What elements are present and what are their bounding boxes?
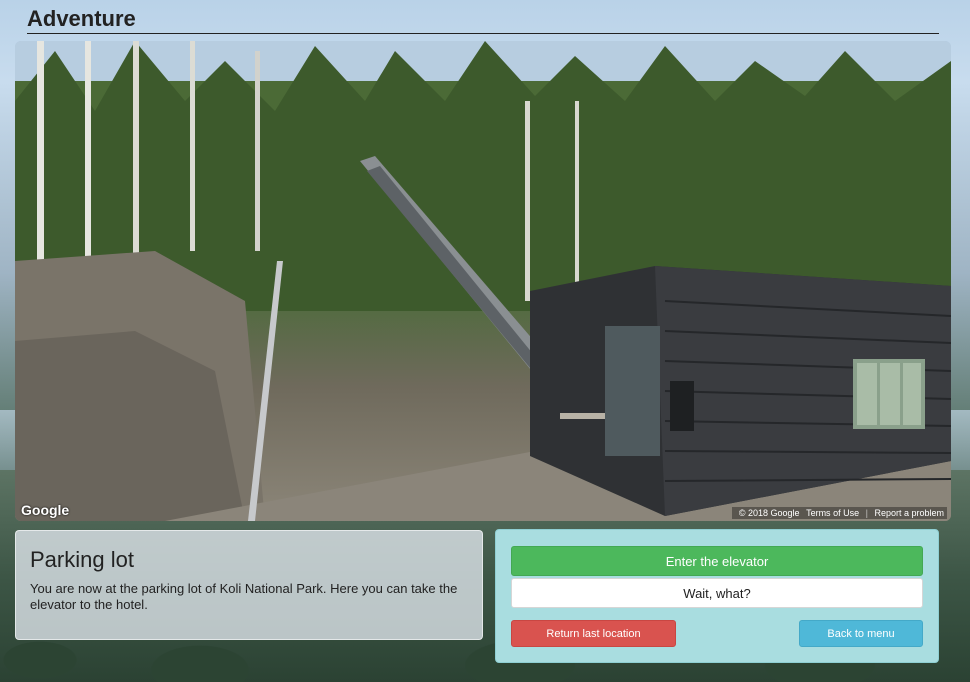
report-link[interactable]: Report a problem xyxy=(874,508,944,518)
attribution-bar: © 2018 Google Terms of Use | Report a pr… xyxy=(731,507,947,519)
return-last-location-button[interactable]: Return last location xyxy=(511,620,676,647)
panorama-scene xyxy=(15,41,951,521)
street-view-panorama[interactable]: Google © 2018 Google Terms of Use | Repo… xyxy=(15,41,951,521)
terms-link[interactable]: Terms of Use xyxy=(806,508,859,518)
copyright-text: © 2018 Google xyxy=(738,508,800,518)
back-to-menu-button[interactable]: Back to menu xyxy=(799,620,923,647)
location-info-card: Parking lot You are now at the parking l… xyxy=(15,530,483,640)
location-description: You are now at the parking lot of Koli N… xyxy=(30,581,458,612)
actions-panel: Enter the elevator Wait, what? Return la… xyxy=(495,529,939,663)
google-logo: Google xyxy=(21,502,70,518)
separator: | xyxy=(865,508,868,518)
location-title: Parking lot xyxy=(30,547,134,572)
page-title: Adventure xyxy=(27,6,939,34)
enter-elevator-button[interactable]: Enter the elevator xyxy=(511,546,923,576)
wait-what-button[interactable]: Wait, what? xyxy=(511,578,923,608)
